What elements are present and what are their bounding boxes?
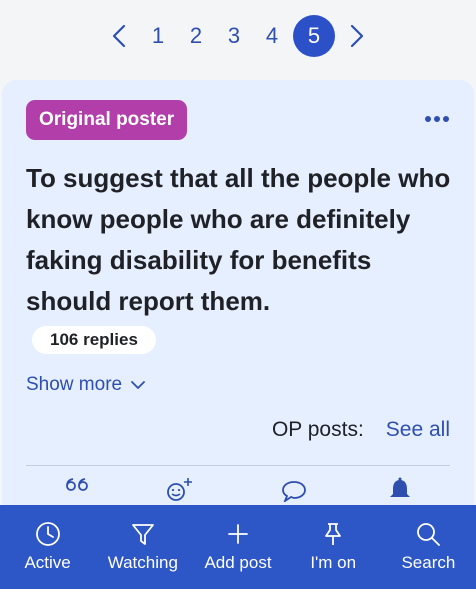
speech-bubble-icon [282, 481, 306, 502]
chevron-down-icon [131, 381, 146, 389]
divider [26, 465, 450, 466]
more-options-button[interactable] [424, 110, 450, 128]
original-post-card: Original poster To suggest that all the … [2, 80, 474, 520]
original-poster-badge: Original poster [26, 100, 188, 140]
show-more-label: Show more [26, 374, 123, 395]
tab-add-post[interactable]: Add post [190, 505, 285, 589]
notifications-button[interactable] [382, 476, 418, 506]
tab-search[interactable]: Search [381, 505, 476, 589]
search-icon [417, 523, 441, 546]
tab-watching[interactable]: Watching [95, 505, 190, 589]
show-more-link[interactable]: Show more [26, 374, 146, 396]
clock-icon [35, 522, 60, 546]
pin-icon [325, 523, 342, 545]
reply-button[interactable] [276, 476, 312, 506]
tab-watching-label: Watching [107, 553, 178, 572]
quote-button[interactable] [60, 476, 96, 506]
bottom-tab-bar: Active Watching Add post I'm on Search [0, 505, 476, 589]
tab-im-on[interactable]: I'm on [286, 505, 381, 589]
page-1-button[interactable]: 1 [139, 17, 177, 55]
page-2-button[interactable]: 2 [177, 17, 215, 55]
quote-icon [66, 478, 88, 491]
page-4-button[interactable]: 4 [253, 17, 291, 55]
chevron-right-icon [350, 24, 364, 48]
bell-icon [390, 477, 410, 497]
tab-add-post-label: Add post [204, 553, 272, 572]
ellipsis-icon [425, 116, 449, 122]
replies-count-badge: 106 replies [32, 326, 156, 354]
plus-icon [228, 524, 248, 544]
home-indicator-area [0, 589, 476, 600]
tab-active-label: Active [24, 553, 71, 572]
page-5-button-current[interactable]: 5 [293, 15, 335, 57]
previous-page-button[interactable] [99, 24, 139, 48]
see-all-link[interactable]: See all [386, 418, 450, 442]
tab-search-label: Search [401, 553, 456, 572]
pagination: 1 2 3 4 5 [0, 14, 476, 58]
post-actions [2, 476, 474, 506]
chevron-left-icon [112, 24, 126, 48]
add-reaction-button[interactable] [162, 476, 198, 506]
page-3-button[interactable]: 3 [215, 17, 253, 55]
tab-im-on-label: I'm on [310, 553, 357, 572]
next-page-button[interactable] [337, 24, 377, 48]
op-posts-row: OP posts: See all [272, 418, 450, 442]
watching-icon [131, 524, 154, 545]
tab-active[interactable]: Active [0, 505, 95, 589]
emoji-plus-icon [167, 478, 192, 501]
post-title: To suggest that all the people who know … [26, 163, 451, 316]
op-posts-label: OP posts: [271, 418, 364, 441]
